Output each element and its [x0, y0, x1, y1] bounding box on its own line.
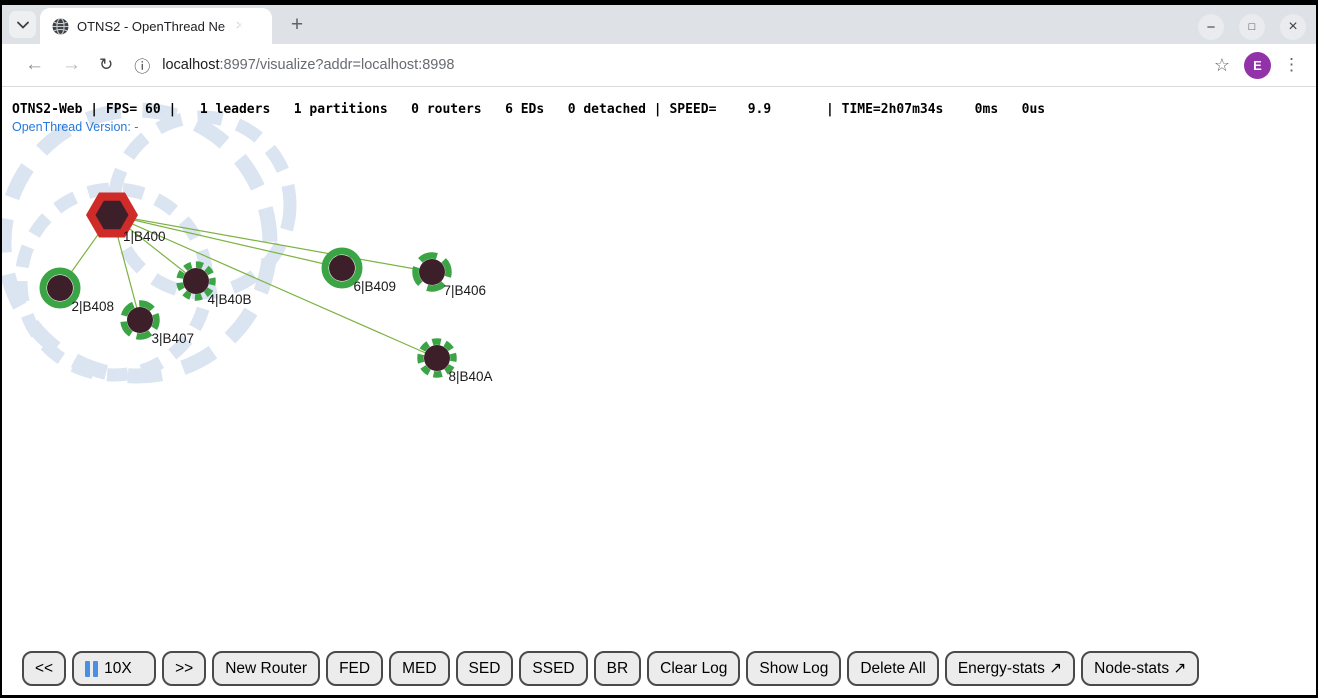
new-tab-button[interactable]: + — [284, 12, 310, 38]
status-line: OTNS2-Web | FPS= 60 | 1 leaders 1 partit… — [12, 102, 1045, 117]
end-device-node[interactable] — [329, 255, 355, 281]
url-host: localhost — [162, 57, 219, 73]
favicon-globe-icon — [52, 18, 69, 35]
tab-title: OTNS2 - OpenThread Ne — [77, 19, 229, 34]
address-bar[interactable]: ⓘ localhost:8997/visualize?addr=localhos… — [134, 53, 1200, 77]
browser-toolbar: ← → ↻ ⓘ localhost:8997/visualize?addr=lo… — [2, 44, 1316, 87]
pause-icon — [85, 661, 98, 677]
window-close-button[interactable]: × — [1280, 14, 1306, 40]
speed-down-button[interactable]: << — [22, 651, 66, 686]
speed-up-button[interactable]: >> — [162, 651, 206, 686]
page-content: 1|B400 2|B408 3|B407 4|B40B 6|B409 7|B406 8|B4… — [2, 87, 1316, 695]
br-button[interactable]: BR — [594, 651, 642, 686]
clear-log-button[interactable]: Clear Log — [647, 651, 740, 686]
fed-button[interactable]: FED — [326, 651, 383, 686]
tab-close-button[interactable]: × — [231, 17, 249, 35]
sed-button[interactable]: SED — [456, 651, 514, 686]
browser-tab[interactable]: OTNS2 - OpenThread Ne × — [40, 8, 272, 44]
node-label: 6|B409 — [354, 279, 397, 294]
network-canvas[interactable]: 1|B400 2|B408 3|B407 4|B40B 6|B409 7|B406 8|B4… — [2, 87, 1316, 695]
end-device-node[interactable] — [47, 275, 73, 301]
maximize-button[interactable]: □ — [1239, 14, 1265, 40]
forward-button[interactable]: → — [62, 54, 81, 76]
simulation-toolbar: << 10X >> New Router FED MED SED SSED BR… — [22, 651, 1199, 686]
med-button[interactable]: MED — [389, 651, 449, 686]
menu-kebab-icon[interactable]: ⋮ — [1283, 55, 1300, 75]
bookmark-star-icon[interactable]: ☆ — [1214, 55, 1230, 76]
browser-window: OTNS2 - OpenThread Ne × + − □ × ← → ↻ ⓘ … — [2, 5, 1316, 695]
end-device-node[interactable] — [127, 307, 153, 333]
tab-strip: OTNS2 - OpenThread Ne × + − □ × — [2, 5, 1316, 44]
show-log-button[interactable]: Show Log — [746, 651, 841, 686]
node-label: 1|B400 — [123, 229, 166, 244]
url-text[interactable]: localhost:8997/visualize?addr=localhost:… — [162, 57, 454, 73]
reload-button[interactable]: ↻ — [99, 55, 113, 75]
openthread-version-link[interactable]: OpenThread Version: - — [12, 120, 138, 134]
avatar[interactable]: E — [1244, 52, 1271, 79]
window-controls: − □ × — [1198, 14, 1306, 40]
delete-all-button[interactable]: Delete All — [847, 651, 938, 686]
tab-search-button[interactable] — [9, 11, 36, 38]
back-button[interactable]: ← — [25, 54, 44, 76]
speed-button[interactable]: 10X — [72, 651, 156, 686]
node-label: 3|B407 — [152, 331, 195, 346]
end-device-node[interactable] — [183, 268, 209, 294]
ssed-button[interactable]: SSED — [519, 651, 587, 686]
end-device-node[interactable] — [419, 259, 445, 285]
node-label: 2|B408 — [72, 299, 115, 314]
url-path: :8997/visualize?addr=localhost:8998 — [220, 57, 455, 73]
end-device-node[interactable] — [424, 345, 450, 371]
node-label: 7|B406 — [444, 283, 487, 298]
minimize-button[interactable]: − — [1198, 14, 1224, 40]
node-stats-button[interactable]: Node-stats ↗ — [1081, 651, 1199, 686]
new-router-button[interactable]: New Router — [212, 651, 320, 686]
site-info-icon[interactable]: ⓘ — [134, 53, 150, 77]
node-label: 8|B40A — [449, 369, 493, 384]
node-label: 4|B40B — [208, 292, 252, 307]
energy-stats-button[interactable]: Energy-stats ↗ — [945, 651, 1075, 686]
chevron-down-icon — [17, 21, 29, 29]
speed-label: 10X — [104, 660, 132, 678]
